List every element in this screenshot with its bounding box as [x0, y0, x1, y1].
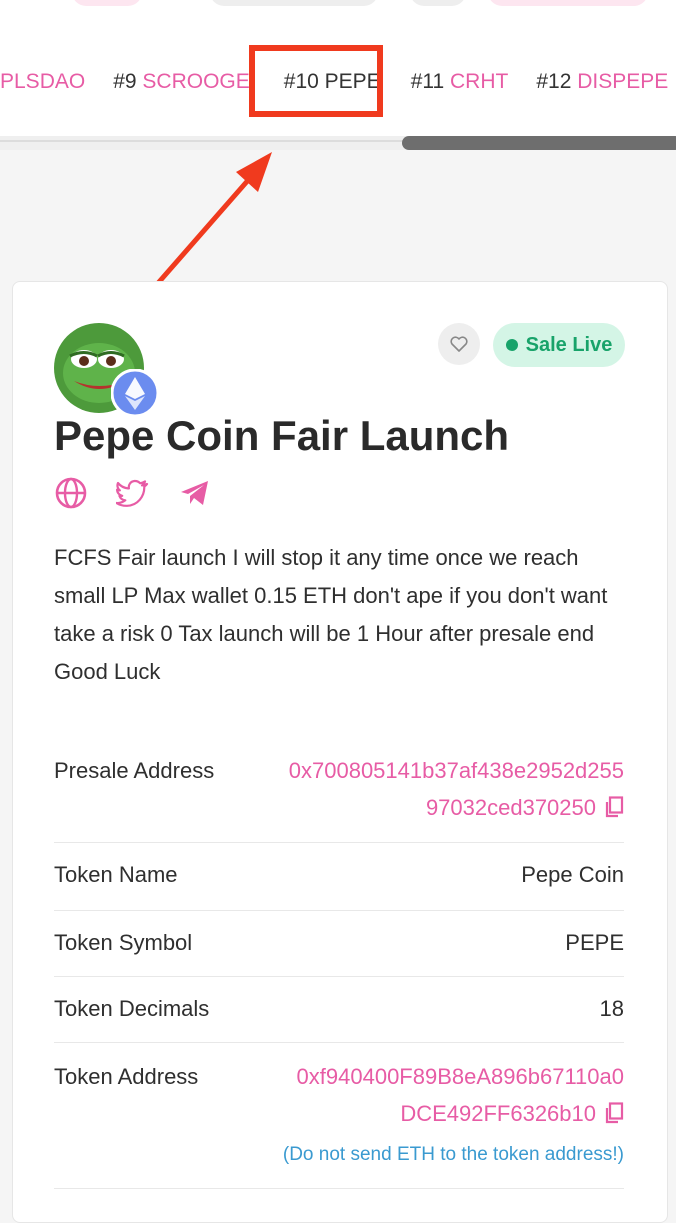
ticker-rank: #11 [410, 70, 445, 93]
telegram-icon[interactable] [178, 476, 212, 510]
ticker-item-dispepe[interactable]: #12 DISPEPE [536, 70, 668, 94]
token-address-label: Token Address [54, 1064, 199, 1089]
ticker-item-scrooge[interactable]: #9 SCROOGE [113, 70, 250, 94]
copy-icon[interactable] [604, 1102, 624, 1124]
ticker-item-plsdao[interactable]: PLSDAO [0, 70, 85, 94]
copy-icon[interactable] [604, 796, 624, 818]
presale-address-line2: 97032ced370250 [425, 795, 596, 820]
token-address-row: Token Address 0xf940400F89B8eA896b67110a… [54, 1042, 624, 1189]
highlight-box [249, 45, 383, 117]
twitter-icon[interactable] [116, 476, 150, 510]
social-links [54, 476, 240, 510]
top-pill-1[interactable] [72, 0, 142, 6]
token-decimals-row: Token Decimals 18 [54, 976, 624, 1043]
favorite-button[interactable] [438, 323, 480, 365]
ticker-symbol: SCROOGE [142, 70, 250, 93]
presale-address-label: Presale Address [54, 758, 215, 783]
status-badge: Sale Live [493, 323, 625, 367]
ticker-symbol: DISPEPE [577, 70, 669, 93]
status-dot [505, 339, 518, 351]
ethereum-icon [111, 369, 159, 417]
top-nav-strip [0, 0, 676, 28]
ticker-item-crht[interactable]: #11 CRHT [411, 70, 509, 94]
scrollbar-thumb[interactable] [402, 136, 676, 150]
token-name-row: Token Name Pepe Coin [54, 842, 624, 911]
token-address-value[interactable]: 0xf940400F89B8eA896b67110a0 DCE492FF6326… [297, 1058, 624, 1132]
heart-icon [450, 336, 468, 352]
token-address-line2: DCE492FF6326b10 [400, 1101, 596, 1126]
token-symbol-value: PEPE [565, 930, 624, 955]
token-symbol-row: Token Symbol PEPE [54, 910, 624, 977]
status-label: Sale Live [525, 333, 613, 356]
top-pill-2[interactable] [210, 0, 378, 6]
token-address-warning: (Do not send ETH to the token address!) [282, 1144, 624, 1165]
token-symbol-label: Token Symbol [54, 930, 193, 955]
token-decimals-value: 18 [599, 996, 624, 1021]
ticker-scrollbar[interactable] [0, 136, 676, 150]
token-address-line1: 0xf940400F89B8eA896b67110a0 [296, 1064, 624, 1089]
globe-icon[interactable] [54, 476, 88, 510]
top-pill-3[interactable] [410, 0, 466, 6]
presale-address-line1: 0x700805141b37af438e2952d255 [288, 758, 624, 783]
project-description: FCFS Fair launch I will stop it any time… [54, 545, 608, 684]
top-pill-4[interactable] [488, 0, 648, 6]
presale-card: Sale Live Pepe Coin Fair Launch FCFS Fai… [12, 281, 668, 1223]
ticker-rank: #9 [113, 70, 137, 93]
ticker-symbol: PLSDAO [0, 70, 86, 93]
ticker-rank: #12 [536, 70, 572, 93]
page-title: Pepe Coin Fair Launch [54, 412, 510, 459]
ticker-symbol: CRHT [450, 70, 509, 93]
token-decimals-label: Token Decimals [54, 996, 210, 1021]
token-name-value: Pepe Coin [521, 862, 624, 887]
presale-address-value[interactable]: 0x700805141b37af438e2952d255 97032ced370… [289, 752, 624, 826]
token-name-label: Token Name [54, 862, 178, 887]
presale-address-row: Presale Address 0x700805141b37af438e2952… [54, 754, 624, 843]
